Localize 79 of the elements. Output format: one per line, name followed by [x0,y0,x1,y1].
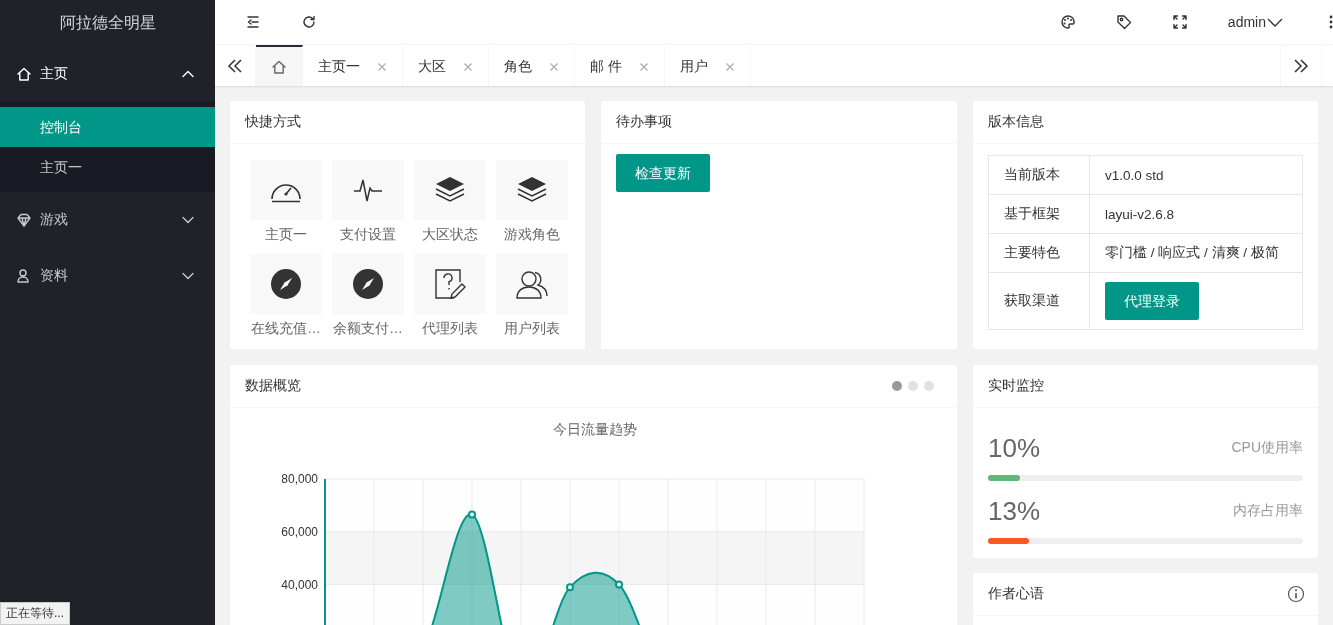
data-point [468,510,476,519]
meter-label: CPU使用率 [1231,439,1303,457]
shortcut-label: 大区状态 [422,226,478,244]
user-icon [16,268,32,284]
double-left-icon [226,56,244,75]
data-point [615,580,623,589]
pulse-icon [353,177,383,203]
menu-item[interactable]: 游戏 [0,192,215,248]
layers-icon [516,175,548,205]
compass-icon [271,269,301,299]
help-icon [434,268,466,300]
close-icon [463,61,473,72]
diamond-icon [16,212,32,228]
home-icon [16,66,32,82]
shortcut-tile[interactable] [496,254,568,314]
indent-icon [245,14,261,30]
card-title: 实时监控 [988,377,1044,395]
refresh-icon [301,14,317,30]
axis-label: 80,000 [281,472,318,486]
table-cell: v1.0.0 std [1089,155,1303,195]
submenu-item[interactable]: 控制台 [0,107,215,147]
carousel-dot[interactable] [908,381,918,391]
card-title: 快捷方式 [245,113,301,131]
check-update-button[interactable]: 检查更新 [616,154,710,192]
shortcut-tile[interactable] [414,160,486,220]
status-text: 正在等待... [0,602,70,625]
table-cell: layui-v2.6.8 [1089,194,1303,234]
shortcut-label: 游戏角色 [504,226,560,244]
table-cell: 当前版本 [988,155,1090,195]
menu-item[interactable]: 主页 [0,46,215,102]
shortcut-tile[interactable] [250,160,322,220]
shortcut-label: 在线充值… [251,320,321,338]
close-icon [638,61,649,72]
submenu-item[interactable]: 主页一 [0,147,215,187]
shortcut-label: 余额支付… [333,320,403,338]
app-title: 阿拉德全明星 [59,12,156,33]
table-cell: 零门槛 / 响应式 / 清爽 / 极简 [1089,233,1303,273]
card-title: 作者心语 [988,585,1044,603]
axis-label: 60,000 [281,524,318,539]
compass-icon [353,269,383,299]
agent-login-button[interactable]: 代理登录 [1105,282,1199,320]
table-cell: 主要特色 [988,233,1090,273]
close-icon [549,61,559,72]
user-menu[interactable]: admin [1227,14,1283,30]
fullscreen-icon [1171,14,1188,30]
table-cell: 获取渠道 [988,272,1090,330]
tag-icon [1115,14,1132,30]
shortcut-tile[interactable] [414,254,486,314]
shortcut-tile[interactable] [332,160,404,220]
palette-icon [1059,14,1076,30]
shortcut-label: 代理列表 [422,320,478,338]
close-icon [377,61,387,72]
shortcut-tile[interactable] [250,254,322,314]
info-icon [1287,585,1305,603]
layers-icon [434,175,466,205]
tab[interactable] [256,45,303,86]
more-icon [1329,14,1333,30]
chart-title: 今日流量趋势 [552,421,637,437]
meter-value: 10% [988,432,1041,464]
shortcut-tile[interactable] [332,254,404,314]
users-icon [515,269,549,299]
table-cell: 基于框架 [988,194,1090,234]
shortcut-tile[interactable] [496,160,568,220]
meter-value: 13% [988,495,1041,527]
axis-label: 40,000 [281,577,318,592]
carousel-dot[interactable] [892,381,902,391]
meter-label: 内存占用率 [1233,502,1303,520]
card-title: 版本信息 [988,113,1044,131]
carousel-dot[interactable] [924,381,934,391]
menu-item[interactable]: 资料 [0,248,215,304]
data-point [566,583,574,592]
card-title: 待办事项 [616,113,672,131]
shortcut-label: 用户列表 [504,320,560,338]
shortcut-label: 支付设置 [340,226,396,244]
shortcut-label: 主页一 [265,226,307,244]
double-right-icon [1292,56,1310,75]
home-icon [271,58,287,75]
card-title: 数据概览 [245,377,301,395]
close-icon [724,61,735,72]
